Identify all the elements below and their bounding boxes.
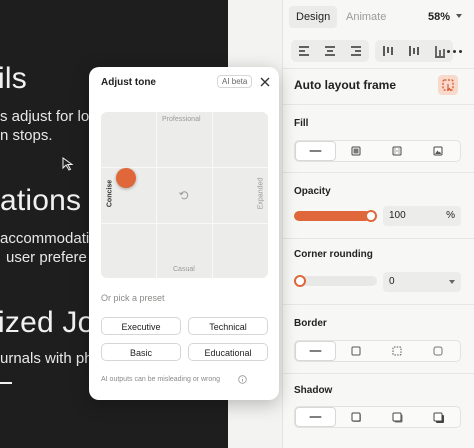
align-middle-icon[interactable] xyxy=(401,40,427,62)
canvas-heading-1: ils xyxy=(0,62,27,95)
frame-title: Auto layout frame xyxy=(294,78,397,92)
image-fill-icon[interactable] xyxy=(336,141,377,161)
shadow-small-icon[interactable] xyxy=(336,407,377,427)
divider xyxy=(283,104,474,105)
border-style-selector xyxy=(294,340,461,362)
border-label: Border xyxy=(294,318,327,329)
shadow-medium-icon[interactable] xyxy=(377,407,418,427)
corner-rounding-stepper[interactable]: 0 xyxy=(383,272,461,292)
shadow-large-icon[interactable] xyxy=(418,407,459,427)
preset-executive-button[interactable]: Executive xyxy=(101,317,181,335)
align-right-icon[interactable] xyxy=(343,40,369,62)
border-none-icon[interactable] xyxy=(295,341,336,361)
divider xyxy=(283,172,474,173)
border-dashed-icon[interactable] xyxy=(377,341,418,361)
corner-slider-track xyxy=(294,276,377,286)
more-icon[interactable] xyxy=(444,40,466,62)
opacity-slider[interactable] xyxy=(294,209,377,223)
fill-type-selector xyxy=(294,140,461,162)
opacity-slider-knob[interactable] xyxy=(365,210,377,222)
ai-beta-badge: AI beta xyxy=(217,75,253,88)
fill-label: Fill xyxy=(294,118,309,129)
corner-rounding-value: 0 xyxy=(389,276,395,287)
align-top-icon[interactable] xyxy=(375,40,401,62)
grid-line xyxy=(212,112,213,278)
corner-rounding-label: Corner rounding xyxy=(294,249,373,260)
chevron-down-icon[interactable] xyxy=(449,280,455,284)
close-icon[interactable] xyxy=(259,76,271,88)
canvas-text-4: user prefere xyxy=(6,249,87,266)
auto-layout-icon[interactable] xyxy=(438,75,458,95)
design-panel: Design Animate 58% Auto layout frame Fil… xyxy=(282,0,474,448)
axis-label-bottom: Casual xyxy=(173,266,195,273)
ai-disclaimer: AI outputs can be misleading or wrong xyxy=(101,376,221,383)
tab-animate[interactable]: Animate xyxy=(339,6,393,28)
video-fill-icon[interactable] xyxy=(418,141,459,161)
grid-line xyxy=(101,223,268,224)
axis-label-left: Concise xyxy=(106,179,114,208)
zoom-level[interactable]: 58% xyxy=(428,6,450,28)
tone-handle[interactable] xyxy=(116,168,136,188)
shadow-label: Shadow xyxy=(294,385,333,396)
arrow-cursor-icon xyxy=(62,157,74,171)
chevron-down-icon[interactable] xyxy=(456,14,462,18)
canvas-text-1: s adjust for lo xyxy=(0,108,90,125)
popover-title: Adjust tone xyxy=(101,77,156,88)
opacity-value: 100 xyxy=(389,210,406,221)
panel-tabs: Design Animate 58% xyxy=(287,6,474,28)
grid-line xyxy=(156,112,157,278)
opacity-unit: % xyxy=(446,210,455,221)
adjust-tone-popover: Adjust tone AI beta Professional Casual … xyxy=(89,67,279,400)
divider xyxy=(283,68,474,69)
canvas-heading-3: ized Jo xyxy=(0,306,95,339)
divider xyxy=(283,238,474,239)
shadow-none-icon[interactable] xyxy=(295,407,336,427)
border-solid-icon[interactable] xyxy=(336,341,377,361)
preset-technical-button[interactable]: Technical xyxy=(188,317,268,335)
divider xyxy=(283,373,474,374)
tab-design[interactable]: Design xyxy=(289,6,338,28)
align-left-icon[interactable] xyxy=(291,40,317,62)
preset-heading: Or pick a preset xyxy=(101,293,165,303)
align-center-icon[interactable] xyxy=(317,40,343,62)
border-rounded-icon[interactable] xyxy=(418,341,459,361)
corner-slider-knob[interactable] xyxy=(294,275,306,287)
canvas-text-2: n stops. xyxy=(0,127,53,144)
opacity-field[interactable]: 100 % xyxy=(383,206,461,226)
opacity-slider-fill xyxy=(294,211,371,221)
alignment-toolbar xyxy=(291,40,466,62)
solid-fill-icon[interactable] xyxy=(295,141,336,161)
divider xyxy=(283,304,474,305)
canvas-heading-2: ations xyxy=(0,184,82,217)
tone-grid[interactable]: Professional Casual Concise Expanded xyxy=(101,112,268,278)
axis-label-top: Professional xyxy=(162,116,201,123)
reset-icon[interactable] xyxy=(178,189,190,201)
canvas-text-3: accommodati xyxy=(0,230,90,247)
axis-label-right: Expanded xyxy=(257,177,265,210)
canvas-text-5: urnals with pho xyxy=(0,350,101,367)
shadow-style-selector xyxy=(294,406,461,428)
gradient-fill-icon[interactable] xyxy=(377,141,418,161)
text-caret xyxy=(0,382,12,384)
corner-rounding-slider[interactable] xyxy=(294,274,377,288)
info-icon[interactable] xyxy=(238,375,247,384)
opacity-label: Opacity xyxy=(294,186,331,197)
preset-basic-button[interactable]: Basic xyxy=(101,343,181,361)
preset-educational-button[interactable]: Educational xyxy=(188,343,268,361)
